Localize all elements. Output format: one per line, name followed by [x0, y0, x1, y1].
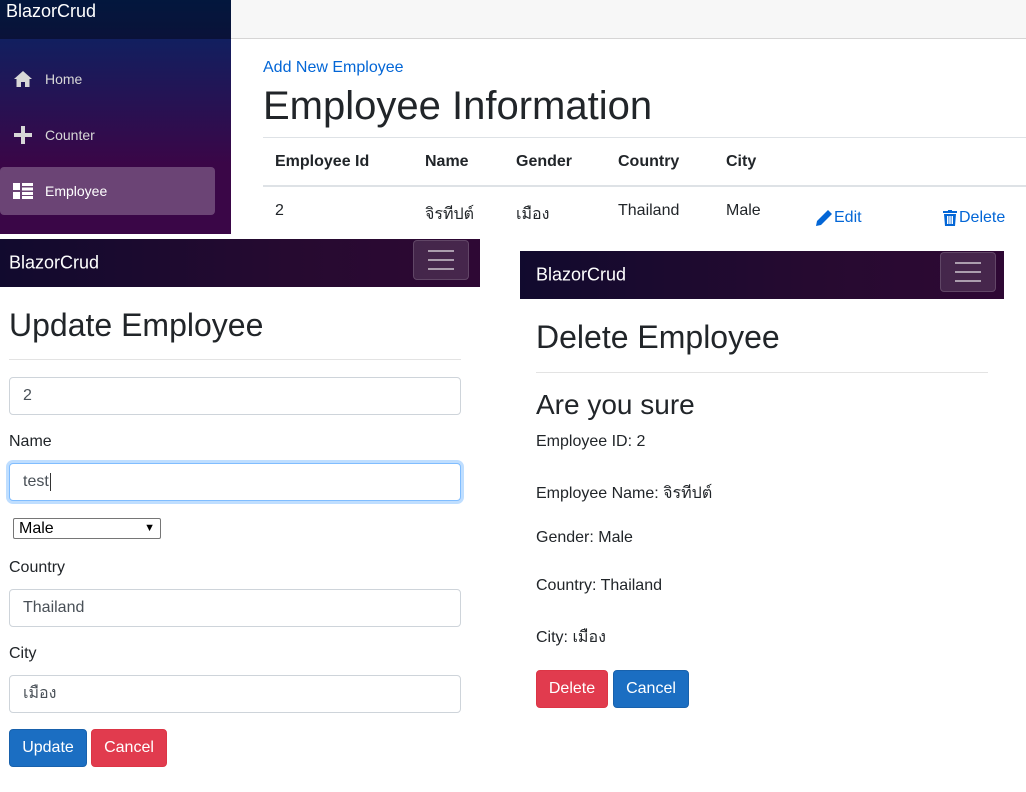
city-field[interactable]: เมือง: [9, 675, 461, 713]
employee-name-line: Employee Name: จิรทีปต์: [536, 485, 713, 502]
mobile-navbar: BlazorCrud: [0, 239, 480, 287]
mobile-navbar: BlazorCrud: [520, 251, 1004, 299]
text-cursor: [49, 472, 51, 491]
edit-link[interactable]: Edit: [816, 209, 862, 227]
nav-item-employee[interactable]: Employee: [0, 167, 215, 215]
add-new-employee-link[interactable]: Add New Employee: [263, 59, 404, 77]
cell-name: จิรทีปต์: [425, 206, 475, 223]
list-icon: [12, 181, 34, 201]
column-header-city: City: [726, 153, 757, 170]
column-header-country: Country: [618, 153, 680, 170]
name-field[interactable]: test: [9, 463, 461, 501]
delete-label: Delete: [959, 209, 1006, 226]
column-header-gender: Gender: [516, 153, 573, 170]
city-label: City: [9, 645, 37, 662]
cancel-button[interactable]: Cancel: [91, 729, 167, 767]
confirm-heading: Are you sure: [536, 389, 695, 420]
navbar-brand[interactable]: BlazorCrud: [9, 253, 99, 274]
gender-line: Gender: Male: [536, 529, 633, 546]
delete-button[interactable]: Delete: [536, 670, 608, 708]
page-title: Delete Employee: [536, 319, 780, 355]
top-row: [231, 0, 1026, 39]
trash-icon: [943, 210, 957, 226]
country-line: Country: Thailand: [536, 577, 662, 594]
country-field[interactable]: Thailand: [9, 589, 461, 627]
nav-item-home[interactable]: Home: [0, 55, 215, 103]
gender-select[interactable]: Male ▼: [13, 518, 161, 539]
sidebar: BlazorCrud Home Counter Employee: [0, 0, 231, 234]
employee-id-line: Employee ID: 2: [536, 433, 646, 450]
name-value: test: [23, 473, 49, 490]
column-header-employee-id: Employee Id: [275, 153, 370, 170]
hamburger-icon: [955, 262, 981, 264]
cell-gender: เมือง: [516, 206, 550, 223]
employee-id-field[interactable]: 2: [9, 377, 461, 415]
menu-toggle-button[interactable]: [413, 240, 469, 280]
dropdown-arrow-icon: ▼: [144, 522, 155, 534]
nav-label-home: Home: [45, 71, 83, 87]
divider: [536, 372, 988, 373]
home-icon: [12, 69, 34, 89]
cell-country: Thailand: [618, 202, 680, 219]
cell-employee-id: 2: [275, 202, 284, 219]
page-title: Employee Information: [263, 84, 653, 128]
update-employee-screenshot: BlazorCrud Update Employee 2 Name test M…: [0, 239, 480, 792]
hamburger-icon: [428, 250, 454, 252]
city-line: City: เมือง: [536, 629, 606, 646]
pencil-icon: [816, 210, 832, 226]
divider: [9, 359, 461, 360]
menu-toggle-button[interactable]: [940, 252, 996, 292]
cell-city: Male: [726, 202, 761, 219]
page-title: Update Employee: [9, 307, 264, 343]
employee-list-screenshot: BlazorCrud Home Counter Employee Add New…: [0, 0, 1026, 236]
name-label: Name: [9, 433, 52, 450]
column-header-name: Name: [425, 153, 469, 170]
nav-label-counter: Counter: [45, 127, 95, 143]
nav-label-employee: Employee: [45, 183, 108, 199]
plus-icon: [12, 125, 34, 145]
delete-employee-screenshot: BlazorCrud Delete Employee Are you sure …: [520, 251, 1004, 792]
country-label: Country: [9, 559, 66, 576]
gender-selected-value: Male: [19, 520, 54, 537]
edit-label: Edit: [834, 209, 862, 226]
update-button[interactable]: Update: [9, 729, 87, 767]
navbar-brand[interactable]: BlazorCrud: [536, 265, 626, 286]
cancel-button[interactable]: Cancel: [613, 670, 689, 708]
delete-link[interactable]: Delete: [943, 209, 1005, 227]
nav-item-counter[interactable]: Counter: [0, 111, 215, 159]
sidebar-brand[interactable]: BlazorCrud: [0, 0, 231, 39]
